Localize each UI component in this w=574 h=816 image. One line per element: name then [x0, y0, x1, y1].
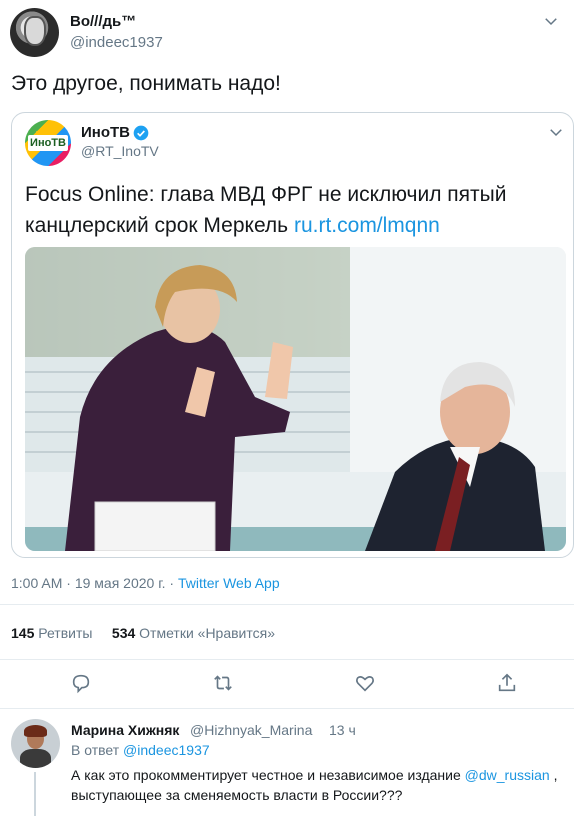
tweet-actions: [0, 668, 574, 700]
tweet-meta: 1:00 AM · 19 мая 2020 г. · Twitter Web A…: [11, 575, 280, 591]
like-icon[interactable]: [354, 672, 376, 694]
tweet-header: Bo///дь™ @indeec1937: [10, 8, 570, 58]
reply-text: А как это прокомментирует честное и неза…: [71, 765, 571, 805]
tweet-date[interactable]: 19 мая 2020 г.: [75, 575, 166, 591]
reply-time[interactable]: 13 ч: [329, 722, 356, 738]
reply-tweet[interactable]: Марина Хижняк @Hizhnyak_Marina 13 ч В от…: [0, 710, 574, 816]
quote-avatar[interactable]: ИноТВ: [25, 120, 71, 166]
inotv-logo: ИноТВ: [28, 135, 68, 151]
quote-text: Focus Online: глава МВД ФРГ не исключил …: [25, 179, 555, 241]
retweets-count: 145: [11, 625, 35, 641]
display-name[interactable]: Bo///дь™: [70, 13, 136, 30]
divider: [0, 659, 574, 660]
chevron-down-icon[interactable]: [547, 123, 565, 141]
reply-mention[interactable]: @dw_russian: [465, 767, 550, 783]
verified-badge-icon: [133, 125, 149, 141]
likes-stat[interactable]: 534 Отметки «Нравится»: [112, 625, 275, 641]
quote-display-name[interactable]: ИноТВ: [81, 124, 130, 141]
reply-handle[interactable]: @Hizhnyak_Marina: [190, 722, 312, 738]
tweet-time[interactable]: 1:00 AM: [11, 575, 62, 591]
quote-photo[interactable]: [25, 247, 566, 551]
avatar[interactable]: [10, 8, 59, 57]
reply-text-before: А как это прокомментирует честное и неза…: [71, 767, 461, 783]
likes-label: Отметки «Нравится»: [139, 625, 275, 641]
meta-separator: ·: [169, 575, 175, 591]
quoted-tweet[interactable]: ИноТВ ИноТВ @RT_InoTV Focus Online: глав…: [11, 112, 574, 558]
share-icon[interactable]: [496, 672, 518, 694]
reply-to-mention[interactable]: @indeec1937: [123, 742, 210, 758]
retweets-label: Ретвиты: [38, 625, 93, 641]
user-handle[interactable]: @indeec1937: [70, 34, 163, 51]
reply-icon[interactable]: [70, 672, 92, 694]
source-app-link[interactable]: Twitter Web App: [178, 575, 280, 591]
photo-illustration: [25, 247, 566, 551]
chevron-down-icon[interactable]: [542, 12, 560, 30]
likes-count: 534: [111, 625, 136, 641]
retweet-icon[interactable]: [212, 672, 234, 694]
quote-handle[interactable]: @RT_InoTV: [81, 143, 159, 159]
quote-link[interactable]: ru.rt.com/lmqnn: [294, 214, 440, 237]
reply-to-line: В ответ @indeec1937: [71, 742, 210, 758]
thread-line: [34, 772, 36, 816]
retweets-stat[interactable]: 145 Ретвиты: [11, 625, 92, 641]
meta-separator: ·: [66, 575, 71, 591]
tweet-text: Это другое, понимать надо!: [11, 72, 281, 95]
reply-avatar[interactable]: [11, 719, 60, 768]
divider: [0, 604, 574, 605]
tweet-stats: 145 Ретвиты 534 Отметки «Нравится»: [11, 625, 275, 641]
reply-to-label: В ответ: [71, 742, 120, 758]
reply-display-name[interactable]: Марина Хижняк: [71, 722, 179, 738]
divider: [0, 708, 574, 709]
